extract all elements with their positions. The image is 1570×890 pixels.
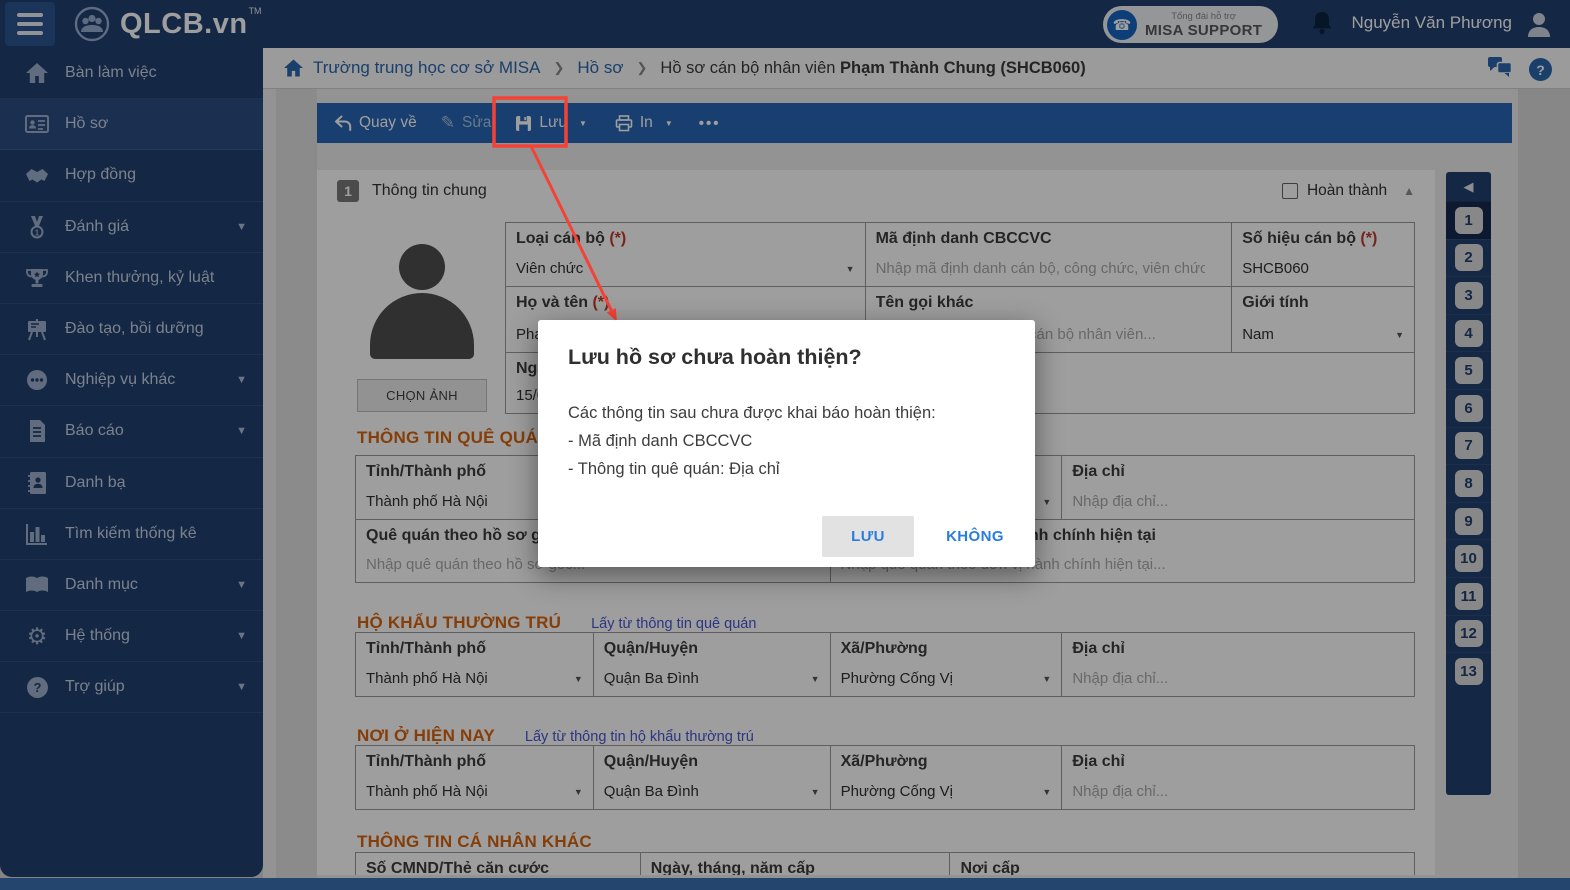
dialog-message: Các thông tin sau chưa được khai báo hoà… (568, 404, 936, 423)
dialog-cancel-button[interactable]: KHÔNG (930, 516, 1020, 557)
dialog-missing-item: - Mã định danh CBCCVC (568, 432, 752, 451)
dialog-save-button[interactable]: LƯU (822, 516, 914, 557)
dialog-title: Lưu hồ sơ chưa hoàn thiện? (568, 345, 862, 370)
save-confirmation-dialog: Lưu hồ sơ chưa hoàn thiện? Các thông tin… (538, 320, 1035, 567)
dialog-missing-item: - Thông tin quê quán: Địa chỉ (568, 460, 780, 479)
